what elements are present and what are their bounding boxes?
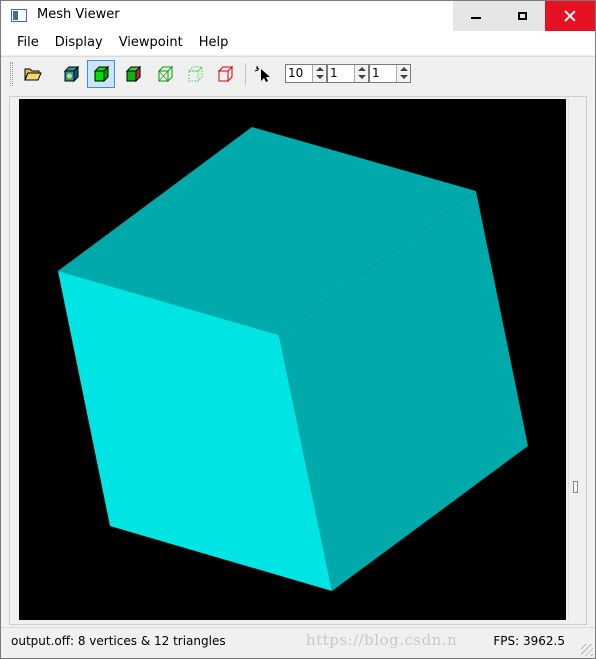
title-bar[interactable]: Mesh Viewer (1, 1, 595, 31)
spin-up-icon[interactable] (358, 67, 366, 71)
mesh-render[interactable] (19, 99, 566, 620)
menu-file[interactable]: File (9, 31, 47, 55)
menu-viewpoint[interactable]: Viewpoint (111, 31, 191, 55)
maximize-button[interactable] (499, 1, 545, 31)
app-icon (11, 9, 27, 22)
maximize-icon (517, 12, 527, 20)
hidden-line-cube-icon (217, 65, 234, 83)
toolbar-separator (245, 63, 246, 85)
pointer-select-icon (254, 65, 270, 82)
open-file-button[interactable] (19, 60, 47, 88)
hidden-line-mode-button[interactable] (211, 60, 239, 88)
spin-down-icon[interactable] (400, 75, 408, 79)
mesh-viewer-window: Mesh Viewer File Display Viewpoint Help (0, 0, 596, 659)
close-icon (564, 10, 576, 22)
watermark-text: https://blog.csdn.n (306, 631, 458, 649)
toolbar: 10 1 1 (1, 56, 595, 90)
spinner-3[interactable]: 1 (369, 64, 411, 83)
window-title: Mesh Viewer (37, 7, 120, 22)
spinner-1[interactable]: 10 (285, 64, 327, 83)
wireframe-mode-button[interactable] (151, 60, 179, 88)
points-mode-button[interactable] (181, 60, 209, 88)
points-cube-icon (187, 65, 204, 83)
wireframe-cube-icon (157, 65, 174, 83)
spinner-1-arrows[interactable] (312, 65, 326, 82)
minimize-icon (471, 17, 481, 19)
scroll-handle[interactable] (573, 481, 578, 493)
flat-mode-button[interactable] (87, 60, 115, 88)
vertical-scrollbar[interactable] (568, 99, 582, 620)
spinner-3-value[interactable]: 1 (372, 66, 380, 80)
spinner-2[interactable]: 1 (327, 64, 369, 83)
toolbar-grip[interactable] (10, 62, 13, 86)
3d-viewport[interactable] (19, 99, 566, 620)
close-button[interactable] (545, 1, 595, 31)
select-tool-button[interactable] (249, 60, 277, 88)
spinner-3-arrows[interactable] (396, 65, 410, 82)
status-bar: output.off: 8 vertices & 12 triangles ht… (1, 627, 595, 658)
spin-up-icon[interactable] (316, 67, 324, 71)
spin-up-icon[interactable] (400, 67, 408, 71)
folder-open-icon (24, 68, 42, 81)
spin-down-icon[interactable] (358, 75, 366, 79)
smooth-mode-button[interactable] (119, 60, 147, 88)
spinner-1-value[interactable]: 10 (288, 66, 303, 80)
shaded-mode-button[interactable] (57, 60, 85, 88)
minimize-button[interactable] (453, 1, 499, 31)
mesh-info-text: output.off: 8 vertices & 12 triangles (11, 634, 226, 648)
spin-down-icon[interactable] (316, 75, 324, 79)
spinner-2-value[interactable]: 1 (330, 66, 338, 80)
fps-readout: FPS: 3962.5 (493, 634, 565, 648)
smooth-cube-icon (125, 65, 142, 83)
menu-help[interactable]: Help (191, 31, 237, 55)
menu-display[interactable]: Display (47, 31, 111, 55)
shaded-cube-icon (63, 65, 80, 83)
menu-bar: File Display Viewpoint Help (1, 31, 595, 55)
resize-grip[interactable] (581, 644, 593, 656)
flat-cube-icon (93, 65, 110, 83)
spinner-2-arrows[interactable] (354, 65, 368, 82)
